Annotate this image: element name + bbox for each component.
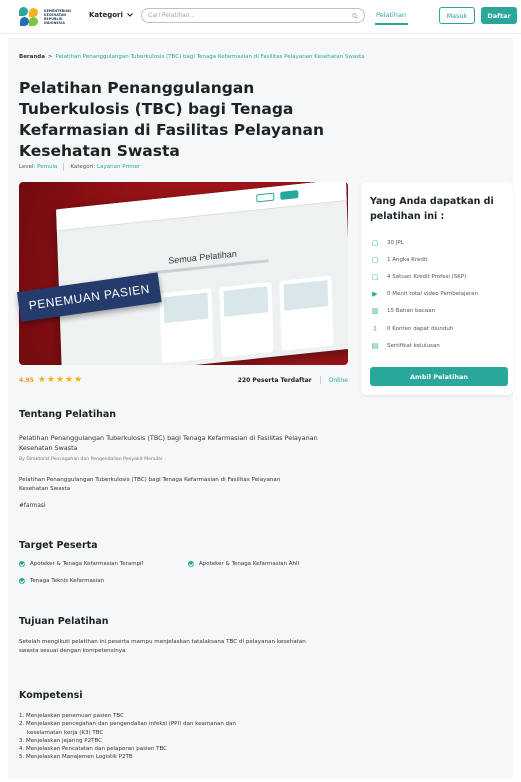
kompetensi-item: keselamatan kerja (K3) TBC — [27, 729, 104, 736]
breadcrumb-current: Pelatihan Penanggulangan Tuberkulosis (T… — [55, 54, 365, 60]
meta-divider — [63, 163, 65, 171]
search-input[interactable]: Cari Pelatihan... — [141, 8, 365, 23]
hero-screenshot-mockup: Semua Pelatihan — [56, 182, 348, 365]
tentang-title: Pelatihan Penanggulangan Tuberkulosis (T… — [19, 434, 318, 452]
rating-divider — [319, 376, 321, 384]
section-heading-kompetensi: Kompetensi — [19, 690, 83, 701]
benefit-item: ▶ 0 Menit total video Pembelajaran — [372, 290, 479, 299]
section-heading-target: Target Peserta — [19, 540, 98, 551]
benefit-item: ▢ 30 JPL — [371, 238, 404, 247]
benefit-item: ⇩ 0 Konten dapat diunduh — [372, 324, 454, 333]
page-title: Pelatihan Penanggulangan Tuberkulosis (T… — [19, 79, 324, 160]
check-circle-icon — [188, 561, 194, 567]
target-item: Apoteker & Tenaga Kefarmasian Terampil — [19, 561, 143, 567]
target-item: Tenaga Teknis Kefarmasian — [19, 578, 104, 584]
benefits-list: ▢ 30 JPL ▢ 1 Angka Kredit ▢ 4 Satuan Kredit… — [371, 234, 478, 354]
benefit-item: ▤ Sertifikat kelulusan — [371, 341, 440, 350]
doc-icon: ▢ — [371, 238, 379, 247]
level-label: Level: Pemula — [19, 164, 58, 170]
kompetensi-item: 3. Menjelaskan jejaring P2TBC — [19, 737, 102, 744]
breadcrumb: Beranda > Pelatihan Penanggulangan Tuber… — [19, 54, 365, 60]
benefits-title: Yang Anda dapatkan di pelatihan ini : — [370, 196, 494, 222]
kompetensi-item: 5. Menjelaskan Manajemen Logistik P2TB — [19, 754, 133, 761]
daftar-button[interactable]: Daftar — [481, 7, 517, 24]
benefit-item: ▢ 4 Satuan Kredit Profesi (SKP) — [371, 272, 467, 281]
benefits-card: Yang Anda dapatkan di pelatihan ini : ▢ 3… — [361, 182, 513, 395]
kategori-value[interactable]: Layanan Primer — [97, 164, 140, 170]
breadcrumb-home[interactable]: Beranda — [19, 54, 45, 60]
search-icon[interactable] — [352, 12, 358, 19]
check-circle-icon — [19, 578, 25, 584]
chevron-down-icon — [127, 13, 133, 17]
kemenkes-logo[interactable]: KEMENTERIAN KESEHATAN REPUBLIK INDONESIA — [18, 5, 84, 29]
kompetensi-item: 1. Menjelaskan penemuan pasien TBC — [19, 713, 124, 719]
section-heading-tentang: Tentang Pelatihan — [19, 409, 117, 420]
tentang-author: By Direktorat Pencegahan dan Pengendalia… — [19, 457, 163, 462]
hashtag[interactable]: #farmasi — [19, 503, 46, 509]
nav-pelatihan-link[interactable]: Pelatihan — [376, 11, 406, 19]
section-heading-tujuan: Tujuan Pelatihan — [19, 616, 109, 627]
course-hero-image: Semua Pelatihan — [19, 182, 348, 365]
check-circle-icon — [19, 561, 25, 567]
level-value: Pemula — [37, 164, 58, 170]
rating-value: 4.95 — [19, 376, 34, 384]
rating-stars-icon: ★★★★★ — [37, 375, 84, 385]
logo-mark-icon — [18, 6, 40, 28]
breadcrumb-separator: > — [47, 54, 53, 60]
kompetensi-list: 1. Menjelaskan penemuan pasien TBC 2. Me… — [19, 712, 309, 762]
course-meta: Level: Pemula Kategori: Layanan Primer — [19, 163, 140, 171]
target-item: Apoteker & Tenaga Kefarmasian Ahli — [188, 561, 299, 567]
tujuan-text: Setelah mengikuti pelatihan ini peserta … — [19, 639, 306, 654]
benefit-item: ▢ 1 Angka Kredit — [371, 255, 428, 264]
mode-online: Online — [328, 376, 348, 384]
doc-icon: ▢ — [371, 255, 379, 264]
nav-active-underline — [375, 23, 408, 25]
benefit-item: ▥ 15 Bahan bacaan — [371, 307, 436, 316]
download-icon: ⇩ — [372, 324, 378, 333]
doc-icon: ▢ — [371, 272, 379, 281]
play-icon: ▶ — [372, 290, 378, 299]
logo-text: KEMENTERIAN KESEHATAN REPUBLIK INDONESIA — [44, 9, 71, 25]
search-placeholder: Cari Pelatihan... — [148, 12, 196, 19]
kategori-meta: Kategori: Layanan Primer — [70, 164, 141, 170]
kategori-dropdown[interactable]: Kategori — [89, 11, 133, 19]
book-icon: ▥ — [371, 307, 379, 316]
ambil-pelatihan-button[interactable]: Ambil Pelatihan — [370, 367, 508, 386]
kategori-label: Kategori — [89, 11, 123, 19]
tentang-description: Pelatihan Penanggulangan Tuberkulosis (T… — [19, 477, 281, 492]
rating-row: 4.95 ★★★★★ 220 Peserta Terdaftar Online — [19, 375, 348, 385]
kompetensi-item: 2. Menjelaskan pencegahan dan pengendali… — [19, 721, 237, 728]
certificate-icon: ▤ — [371, 341, 379, 350]
kompetensi-item: 4. Menjelaskan Pencatatan dan pelaporan … — [19, 746, 167, 753]
masuk-button[interactable]: Masuk — [439, 7, 475, 24]
peserta-count: 220 Peserta Terdaftar — [237, 376, 312, 384]
